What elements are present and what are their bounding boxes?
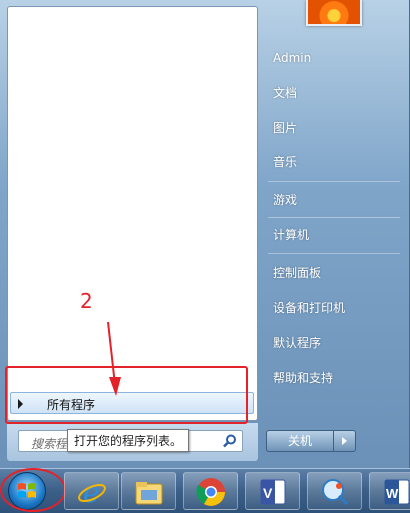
menu-item-games[interactable]: 游戏: [265, 187, 405, 213]
taskbar-app-ie[interactable]: e: [64, 472, 119, 510]
menu-item-computer[interactable]: 计算机: [265, 222, 405, 248]
svg-text:V: V: [263, 485, 273, 501]
word-icon: W: [384, 479, 410, 505]
menu-item-pictures[interactable]: 图片: [265, 115, 405, 141]
shutdown-button[interactable]: 关机: [266, 430, 334, 452]
menu-item-admin[interactable]: Admin: [265, 45, 405, 71]
menu-separator: [268, 217, 400, 218]
taskbar-app-explorer[interactable]: [121, 472, 176, 510]
menu-item-label: 图片: [273, 121, 298, 135]
shutdown-options-button[interactable]: [334, 430, 356, 452]
menu-item-label: 控制面板: [273, 266, 322, 280]
file-explorer-icon: [135, 482, 163, 505]
visio-icon: V: [260, 479, 286, 505]
user-avatar[interactable]: [306, 0, 362, 26]
taskbar-app-word[interactable]: W: [369, 472, 410, 510]
taskbar-app-chrome[interactable]: [183, 472, 238, 510]
menu-item-label: 游戏: [273, 193, 298, 207]
desktop-screen: 搜索程 所有程序 打开您的程序列表。 2 1 Admin 文档 图片 音乐 游戏: [0, 0, 410, 513]
shutdown-label: 关机: [287, 434, 312, 448]
menu-item-label: 设备和打印机: [273, 301, 346, 315]
snipping-tool-icon: [322, 479, 349, 506]
menu-item-label: 计算机: [273, 228, 310, 242]
menu-item-label: 默认程序: [273, 336, 322, 350]
menu-item-label: 文档: [273, 86, 298, 100]
svg-text:W: W: [386, 486, 399, 501]
menu-item-label: 帮助和支持: [273, 371, 334, 385]
taskbar-app-visio[interactable]: V: [245, 472, 300, 510]
menu-item-label: Admin: [273, 51, 312, 65]
chrome-icon: [196, 478, 225, 506]
menu-item-documents[interactable]: 文档: [265, 80, 405, 106]
menu-separator: [268, 181, 400, 182]
menu-item-default-programs[interactable]: 默认程序: [265, 330, 405, 356]
menu-separator: [268, 253, 400, 254]
chevron-right-icon: [342, 437, 347, 445]
svg-text:e: e: [83, 476, 100, 508]
internet-explorer-icon: e: [78, 476, 106, 508]
menu-item-music[interactable]: 音乐: [265, 149, 405, 175]
menu-item-devices-printers[interactable]: 设备和打印机: [265, 295, 405, 321]
menu-item-help-support[interactable]: 帮助和支持: [265, 365, 405, 391]
taskbar-app-snipping[interactable]: [307, 472, 362, 510]
menu-item-control-panel[interactable]: 控制面板: [265, 260, 405, 286]
menu-item-label: 音乐: [273, 155, 298, 169]
annotation-circle: [0, 468, 66, 512]
